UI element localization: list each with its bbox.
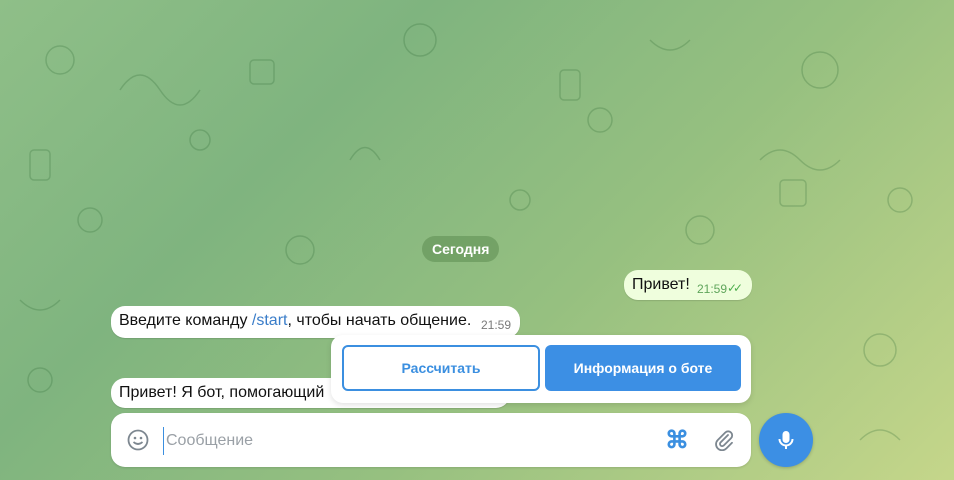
- message-time: 21:59: [697, 282, 728, 296]
- message-text: Привет! Я бот, помогающий: [119, 384, 325, 401]
- message-incoming[interactable]: Введите команду /start, чтобы начать общ…: [111, 306, 520, 338]
- bot-reply-keyboard: Рассчитать Информация о боте: [331, 335, 751, 403]
- message-text-after: , чтобы начать общение.: [287, 312, 472, 329]
- message-text: Привет!: [632, 276, 690, 293]
- message-outgoing[interactable]: Привет! 21:59 ✓✓: [624, 270, 752, 300]
- read-checks-icon: ✓✓: [727, 281, 743, 295]
- bot-info-button[interactable]: Информация о боте: [545, 345, 741, 391]
- command-icon[interactable]: ⌘: [663, 426, 691, 454]
- smile-icon[interactable]: [125, 427, 151, 453]
- message-time: 21:59: [481, 318, 512, 332]
- microphone-icon: [778, 431, 794, 449]
- date-separator: Сегодня: [422, 236, 500, 262]
- message-text-before: Введите команду: [119, 312, 252, 329]
- message-input[interactable]: [163, 427, 648, 455]
- bot-command-link[interactable]: /start: [252, 312, 288, 329]
- message-text: Введите команду /start, чтобы начать общ…: [119, 312, 471, 330]
- microphone-button[interactable]: [759, 413, 813, 467]
- message-composer: ⌘: [111, 413, 751, 467]
- paperclip-icon[interactable]: [711, 427, 737, 453]
- calculate-button[interactable]: Рассчитать: [342, 345, 540, 391]
